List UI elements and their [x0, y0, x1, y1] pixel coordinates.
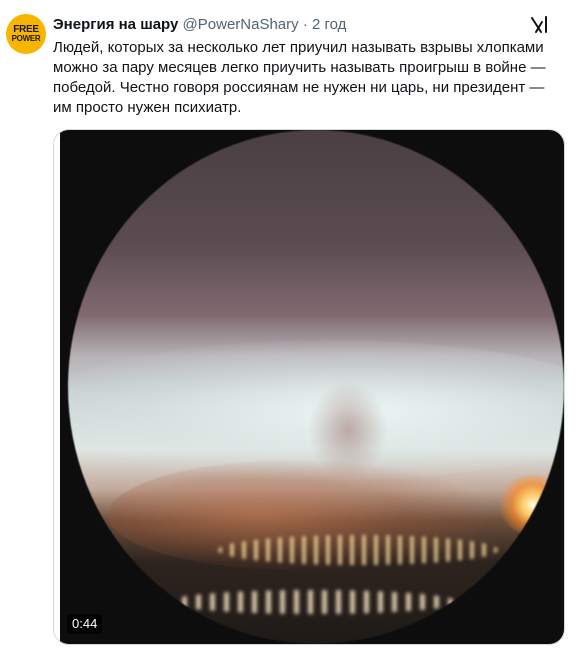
grok-icon[interactable]	[529, 14, 551, 36]
city-lights-upper	[218, 535, 498, 565]
video-player[interactable]: 0:44	[53, 129, 565, 645]
tweet-timestamp[interactable]: 2 год	[312, 16, 346, 33]
video-thumbnail	[68, 130, 564, 644]
author-handle[interactable]: @PowerNaShary	[183, 16, 299, 33]
city-lights-lower	[168, 590, 458, 614]
tweet-header: Энергия на шару @PowerNaShary · 2 год	[53, 15, 537, 35]
tweet-text: Людей, которых за несколько лет приучил …	[53, 39, 546, 116]
avatar[interactable]: FREE POWER	[6, 14, 46, 54]
avatar-logo-line2: POWER	[11, 34, 41, 43]
separator-dot: ·	[302, 16, 308, 33]
tweet[interactable]: FREE POWER Энергия на шару @PowerNaShary…	[0, 0, 577, 653]
video-duration-badge: 0:44	[67, 614, 103, 634]
author-name[interactable]: Энергия на шару	[53, 16, 178, 33]
explosion-flash	[498, 475, 564, 535]
avatar-logo-line1: FREE	[13, 24, 39, 35]
video-frame	[60, 130, 564, 644]
